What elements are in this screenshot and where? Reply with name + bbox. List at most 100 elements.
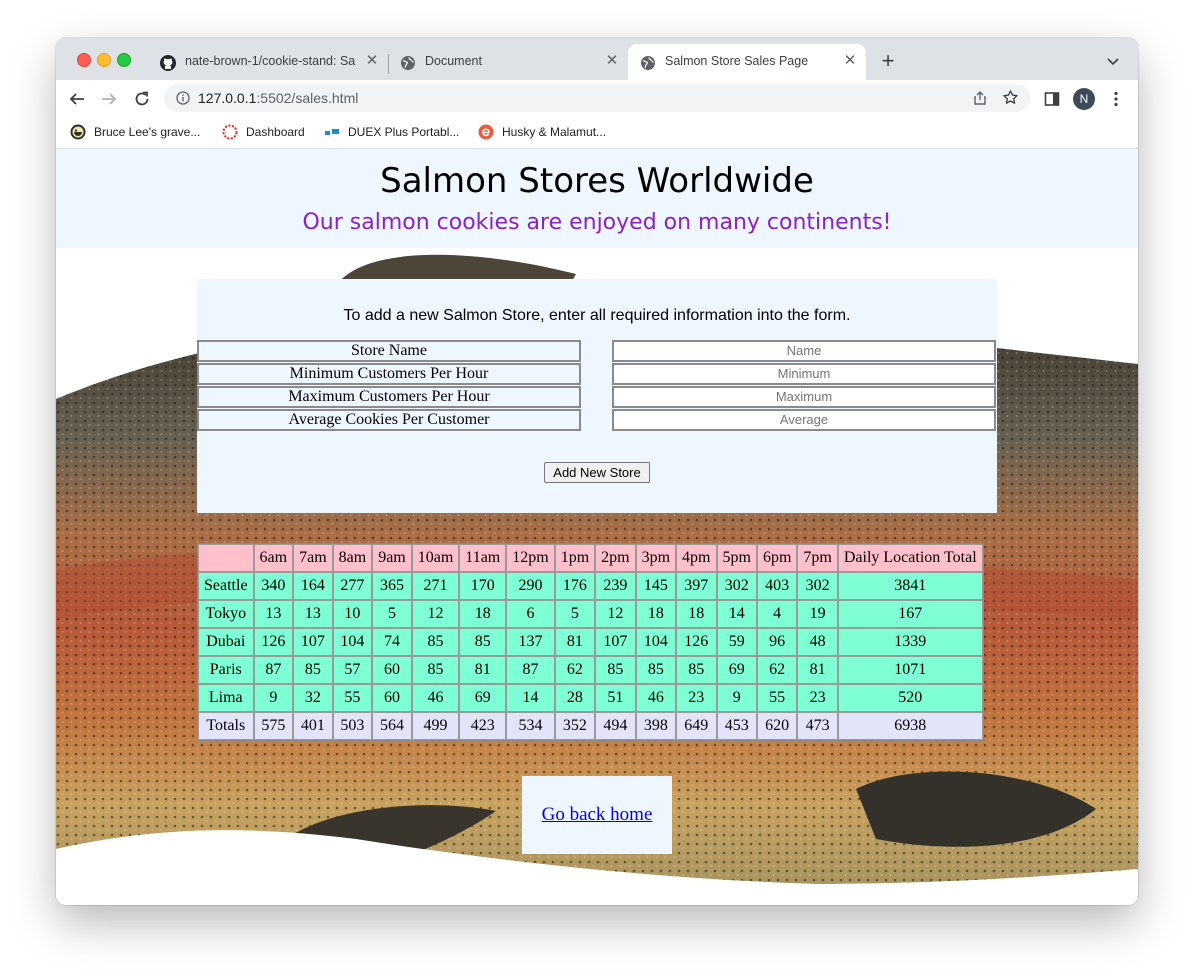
table-cell: 69 bbox=[716, 656, 757, 684]
table-cell: 4 bbox=[756, 600, 798, 628]
more-menu-icon[interactable] bbox=[1107, 90, 1125, 108]
table-cell: 126 bbox=[676, 628, 717, 656]
close-icon[interactable]: ✕ bbox=[364, 53, 380, 69]
zoom-window-button[interactable] bbox=[117, 53, 131, 67]
tab-github[interactable]: nate-brown-1/cookie-stand: Sa ✕ bbox=[148, 44, 386, 80]
tab-salmon-store[interactable]: Salmon Store Sales Page ✕ bbox=[628, 44, 866, 80]
table-header-cell: 10am bbox=[411, 544, 460, 572]
reload-icon[interactable] bbox=[133, 90, 151, 108]
table-cell: 9 bbox=[253, 684, 294, 712]
store-name-input[interactable]: Name bbox=[612, 340, 996, 362]
table-cell: 403 bbox=[756, 572, 798, 600]
table-cell: 85 bbox=[676, 656, 717, 684]
duex-favicon bbox=[325, 129, 339, 135]
tab-document[interactable]: Document ✕ bbox=[388, 44, 626, 80]
table-cell: 1339 bbox=[837, 628, 983, 656]
bookmark-item[interactable]: Dashboard bbox=[222, 116, 312, 148]
table-header-cell: 9am bbox=[372, 544, 412, 572]
minimize-window-button[interactable] bbox=[97, 53, 111, 67]
add-new-store-button[interactable]: Add New Store bbox=[544, 462, 650, 483]
page-subtitle: Our salmon cookies are enjoyed on many c… bbox=[302, 210, 892, 235]
table-cell: 137 bbox=[506, 628, 555, 656]
bookmark-item[interactable]: DUEX Plus Portabl... bbox=[324, 116, 464, 148]
go-back-home-link[interactable]: Go back home bbox=[522, 804, 672, 826]
close-icon[interactable]: ✕ bbox=[604, 53, 620, 69]
min-customers-label: Minimum Customers Per Hour bbox=[197, 363, 581, 385]
table-cell: 104 bbox=[635, 628, 677, 656]
totals-cell: 575 bbox=[253, 712, 294, 740]
page-title: Salmon Stores Worldwide bbox=[380, 161, 814, 201]
input-placeholder: Maximum bbox=[775, 389, 833, 404]
chevron-down-icon[interactable] bbox=[1106, 54, 1120, 68]
table-row: Lima 9 32 55 60 46 69 14 28 51 46 23 9 55 23 520 bbox=[198, 684, 983, 712]
table-cell: 55 bbox=[332, 684, 373, 712]
table-header-cell: 5pm bbox=[716, 544, 757, 572]
new-tab-button[interactable]: + bbox=[878, 50, 898, 72]
table-cell: 51 bbox=[595, 684, 636, 712]
table-cell: 28 bbox=[554, 684, 596, 712]
table-cell: 81 bbox=[554, 628, 596, 656]
table-cell: 14 bbox=[506, 684, 555, 712]
avg-cookies-label: Average Cookies Per Customer bbox=[197, 409, 581, 431]
table-cell: 85 bbox=[293, 656, 333, 684]
table-body: Seattle 340 164 277 365 271 170 290 176 239 145 397… bbox=[198, 572, 983, 740]
tab-title: nate-brown-1/cookie-stand: Sa bbox=[185, 54, 356, 68]
back-arrow-icon[interactable] bbox=[68, 90, 86, 108]
avg-cookies-input[interactable]: Average bbox=[612, 409, 996, 431]
table-cell: 74 bbox=[372, 628, 412, 656]
totals-label-cell: Totals bbox=[198, 712, 254, 740]
table-row: Tokyo 13 13 10 5 12 18 6 5 12 18 18 14 4 19 167 bbox=[198, 600, 983, 628]
table-head: 6am 7am 8am 9am 10am 11am 12pm 1pm 2pm 3pm 4pm 5pm 6… bbox=[198, 544, 983, 572]
close-icon[interactable]: ✕ bbox=[842, 53, 858, 69]
browser-toolbar: 127.0.0.1:5502/sales.html N bbox=[56, 80, 1138, 116]
table-header-cell: 12pm bbox=[506, 544, 555, 572]
table-header-cell: Daily Location Total bbox=[837, 544, 983, 572]
table-cell: 167 bbox=[837, 600, 983, 628]
table-header-cell: 1pm bbox=[554, 544, 596, 572]
side-panel-icon[interactable] bbox=[1043, 90, 1061, 108]
table-cell: 397 bbox=[676, 572, 717, 600]
close-window-button[interactable] bbox=[77, 53, 91, 67]
min-customers-input[interactable]: Minimum bbox=[612, 363, 996, 385]
bookmark-star-icon[interactable] bbox=[1002, 89, 1019, 106]
table-cell: 19 bbox=[797, 600, 838, 628]
table-cell: 60 bbox=[372, 656, 412, 684]
url-host: 127.0.0.1 bbox=[198, 90, 257, 106]
table-cell: 18 bbox=[635, 600, 677, 628]
browser-window: nate-brown-1/cookie-stand: Sa ✕ Document… bbox=[56, 38, 1138, 905]
forward-arrow-icon[interactable] bbox=[100, 90, 118, 108]
table-row: Seattle 340 164 277 365 271 170 290 176 239 145 397… bbox=[198, 572, 983, 600]
store-name-label: Store Name bbox=[197, 340, 581, 362]
add-store-form: To add a new Salmon Store, enter all req… bbox=[197, 279, 997, 513]
bookmark-label: Husky & Malamut... bbox=[502, 125, 607, 139]
totals-cell: 401 bbox=[293, 712, 333, 740]
table-cell: 9 bbox=[716, 684, 757, 712]
form-instructions: To add a new Salmon Store, enter all req… bbox=[343, 307, 851, 324]
table-cell: 85 bbox=[459, 628, 507, 656]
totals-cell: 398 bbox=[635, 712, 677, 740]
table-cell: 164 bbox=[293, 572, 333, 600]
totals-cell: 423 bbox=[459, 712, 507, 740]
bookmark-item[interactable]: Husky & Malamut... bbox=[478, 116, 618, 148]
totals-cell: 564 bbox=[372, 712, 412, 740]
bookmark-label: Bruce Lee's grave... bbox=[94, 125, 201, 139]
github-icon bbox=[160, 55, 176, 71]
max-customers-input[interactable]: Maximum bbox=[612, 386, 996, 408]
table-cell: 271 bbox=[411, 572, 460, 600]
table-cell: 5 bbox=[554, 600, 596, 628]
address-bar[interactable]: 127.0.0.1:5502/sales.html bbox=[164, 84, 1030, 112]
info-icon[interactable] bbox=[176, 91, 190, 105]
table-cell: 23 bbox=[676, 684, 717, 712]
table-cell: 85 bbox=[635, 656, 677, 684]
bookmark-item[interactable]: Bruce Lee's grave... bbox=[70, 116, 210, 148]
table-cell: 62 bbox=[756, 656, 798, 684]
table-cell: 55 bbox=[756, 684, 798, 712]
table-cell: 239 bbox=[595, 572, 636, 600]
bruce-lee-favicon bbox=[70, 124, 86, 140]
profile-avatar[interactable]: N bbox=[1073, 88, 1095, 110]
table-cell: 365 bbox=[372, 572, 412, 600]
table-cell: 18 bbox=[676, 600, 717, 628]
share-icon[interactable] bbox=[972, 90, 988, 106]
table-cell: 59 bbox=[716, 628, 757, 656]
table-header-corner bbox=[198, 544, 254, 572]
